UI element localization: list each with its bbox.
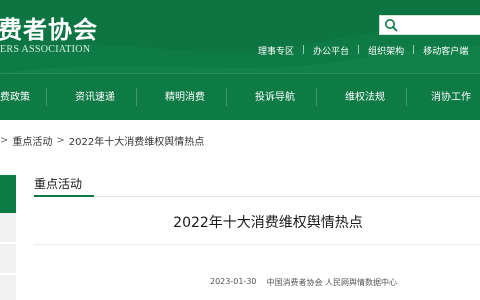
site-logo-subtitle: ERS ASSOCIATION <box>0 44 91 55</box>
sidebar-item[interactable] <box>0 275 16 300</box>
breadcrumb-separator: > <box>56 134 65 146</box>
article-date: 2023-01-30 <box>210 277 257 286</box>
top-link-council[interactable]: 理事专区 <box>258 44 294 57</box>
search-icon[interactable] <box>384 18 398 32</box>
nav-divider <box>46 88 47 106</box>
nav-divider <box>226 88 227 106</box>
nav-item-regulations[interactable]: 维权法规 <box>345 74 385 121</box>
nav-item-association-work[interactable]: 消协工作 <box>431 74 471 121</box>
article-title: 2022年十大消费维权舆情热点 <box>173 215 363 231</box>
article-source: 中国消费者协会 人民网舆情数据中心 <box>266 278 398 287</box>
section-accent-bar <box>34 195 94 197</box>
nav-divider <box>316 88 317 106</box>
site-logo-title[interactable]: 费者协会 <box>0 10 98 45</box>
main-nav: 费政策 资讯速递 精明消费 投诉导航 维权法规 消协工作 <box>0 73 480 120</box>
top-link-separator: | <box>412 45 416 55</box>
top-links: 理事专区 | 办公平台 | 组织架构 | 移动客户端 <box>258 43 468 57</box>
site-header: 费者协会 ERS ASSOCIATION <box>0 0 480 73</box>
breadcrumb: > 重点活动 > 2022年十大消费维权舆情热点 <box>0 133 205 148</box>
breadcrumb-separator: > <box>0 134 9 146</box>
nav-divider <box>136 88 137 106</box>
top-link-organization[interactable]: 组织架构 <box>368 44 404 57</box>
top-link-mobile[interactable]: 移动客户端 <box>423 44 468 57</box>
breadcrumb-item-key-activities[interactable]: 重点活动 <box>12 133 52 148</box>
top-link-separator: | <box>357 45 361 55</box>
top-link-office[interactable]: 办公平台 <box>313 44 349 57</box>
top-link-separator: | <box>302 45 306 55</box>
sidebar-item-active[interactable] <box>0 175 16 213</box>
sidebar-item[interactable] <box>0 244 16 274</box>
nav-item-news[interactable]: 资讯速递 <box>75 74 115 121</box>
nav-item-smart-consumption[interactable]: 精明消费 <box>165 74 205 121</box>
article-meta: 2023-01-30 中国消费者协会 人民网舆情数据中心 <box>210 277 397 288</box>
section-divider <box>34 196 480 197</box>
article-divider <box>34 244 480 245</box>
nav-item-policy[interactable]: 费政策 <box>0 74 30 121</box>
section-title: 重点活动 <box>34 177 83 191</box>
nav-item-complaint-guide[interactable]: 投诉导航 <box>255 74 295 121</box>
nav-divider <box>406 88 407 106</box>
breadcrumb-item-current: 2022年十大消费维权舆情热点 <box>68 136 205 148</box>
